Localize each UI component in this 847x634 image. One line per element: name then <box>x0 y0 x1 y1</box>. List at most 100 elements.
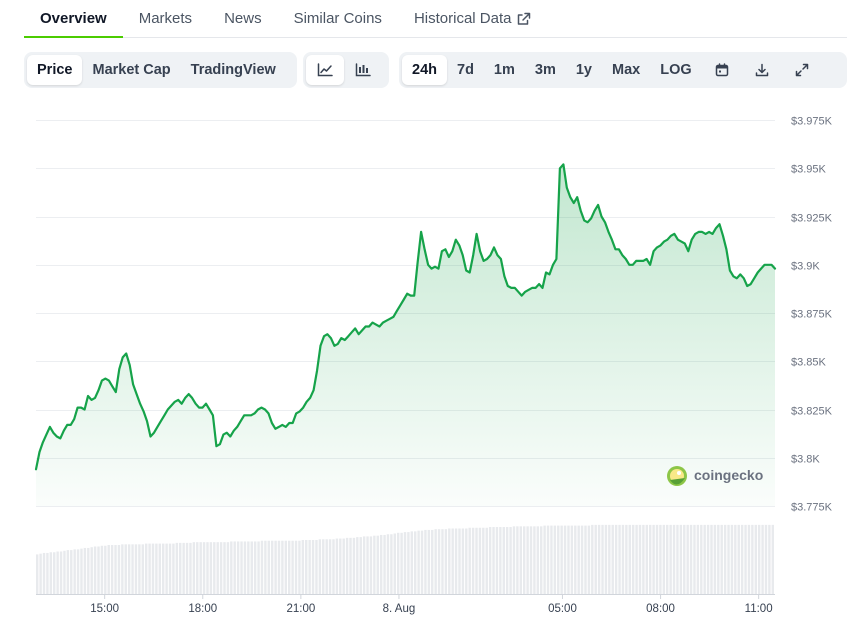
volume-bar <box>577 525 580 594</box>
volume-bar <box>448 528 451 594</box>
volume-bar <box>557 525 560 594</box>
volume-bar <box>162 543 165 594</box>
volume-bar <box>36 554 39 594</box>
volume-bar <box>686 524 689 594</box>
volume-bar <box>90 547 93 594</box>
volume-bar <box>134 544 138 594</box>
volume-bar <box>281 540 284 594</box>
volume-bar <box>407 532 410 594</box>
volume-bar <box>253 541 257 594</box>
volume-bar <box>202 542 206 594</box>
volume-bar <box>209 542 213 594</box>
volume-bar <box>645 524 648 594</box>
volume-bar <box>189 542 192 594</box>
volume-bar <box>614 524 618 594</box>
volume-bar <box>706 524 710 594</box>
volume-bar <box>737 524 740 594</box>
volume-bar <box>655 524 659 594</box>
volume-bar <box>359 537 362 594</box>
volume-bar <box>434 529 437 594</box>
price-area <box>36 164 775 506</box>
volume-bar <box>53 552 56 594</box>
volume-bar <box>427 529 431 594</box>
volume-bar <box>216 542 219 594</box>
volume-bar <box>638 524 642 594</box>
volume-bar <box>66 550 70 594</box>
watermark-text: coingecko <box>694 467 763 483</box>
volume-bar <box>345 537 349 594</box>
volume-bar <box>618 524 621 594</box>
volume-bar <box>185 542 189 594</box>
volume-bar <box>182 542 185 594</box>
volume-bar <box>465 528 468 594</box>
volume-bar <box>247 541 250 594</box>
volume-bar <box>540 526 543 594</box>
volume-bar <box>179 542 182 594</box>
volume-bar <box>553 525 557 594</box>
volume-bar <box>512 526 516 594</box>
volume-bar <box>410 531 414 594</box>
volume-bar <box>519 526 522 594</box>
volume-bar <box>298 540 301 594</box>
volume-bar <box>751 524 754 594</box>
volume-bar <box>342 538 345 594</box>
volume-bar <box>104 545 107 594</box>
x-axis-labels: 15:00 18:00 21:00 8. Aug 05:00 08:00 11:00 <box>90 603 772 615</box>
volume-bar <box>495 527 499 594</box>
volume-bar <box>80 548 83 594</box>
volume-bar <box>604 524 608 594</box>
volume-bar <box>502 527 505 594</box>
volume-bar <box>155 543 158 594</box>
volume-bar <box>468 527 471 594</box>
volume-bar <box>274 540 277 594</box>
volume-bar <box>659 524 662 594</box>
volume-bar <box>206 542 209 594</box>
volume-bar <box>563 525 567 594</box>
volume-bar <box>260 540 264 594</box>
volume-bar <box>597 524 601 594</box>
volume-bar <box>574 525 577 594</box>
volume-bar <box>488 527 492 594</box>
volume-bar <box>196 542 199 594</box>
volume-bar <box>723 524 727 594</box>
volume-bar <box>56 551 59 594</box>
y-tick-label: $3.875K <box>791 309 833 321</box>
volume-bar <box>141 544 144 594</box>
price-chart[interactable]: $3.775K $3.8K $3.825K $3.85K $3.875K $3.9K $3.… <box>0 0 847 634</box>
volume-bar <box>625 524 628 594</box>
volume-bar <box>679 524 683 594</box>
volume-bar <box>764 524 768 594</box>
volume-bar <box>233 541 236 594</box>
volume-bar <box>379 534 383 594</box>
volume-bar <box>730 524 734 594</box>
volume-bar <box>700 524 703 594</box>
volume-bar <box>390 534 393 594</box>
volume-bar <box>124 544 127 594</box>
y-tick-label: $3.9K <box>791 261 820 273</box>
volume-bar <box>192 542 196 594</box>
volume-bar <box>414 531 417 594</box>
volume-bar <box>628 524 631 594</box>
volume-bar <box>522 526 526 594</box>
volume-bar <box>362 536 366 594</box>
volume-bar <box>148 543 151 594</box>
volume-bar <box>144 543 148 594</box>
volume-bar <box>461 528 465 594</box>
volume-bar <box>662 524 666 594</box>
volume-bar <box>339 538 342 594</box>
volume-bar <box>676 524 679 594</box>
volume-bar <box>734 524 737 594</box>
volume-bar <box>754 524 757 594</box>
volume-bar <box>420 530 424 594</box>
volume-bar <box>230 541 233 594</box>
volume-bar <box>403 532 407 594</box>
volume-bar <box>757 524 761 594</box>
y-tick-label: $3.95K <box>791 164 827 176</box>
volume-bar <box>509 527 512 594</box>
volume-bar <box>117 545 121 594</box>
volume-bar <box>594 524 597 594</box>
volume-bar <box>131 544 134 594</box>
x-tick-label: 11:00 <box>745 603 773 615</box>
volume-bar <box>740 524 744 594</box>
volume-bar <box>696 524 700 594</box>
